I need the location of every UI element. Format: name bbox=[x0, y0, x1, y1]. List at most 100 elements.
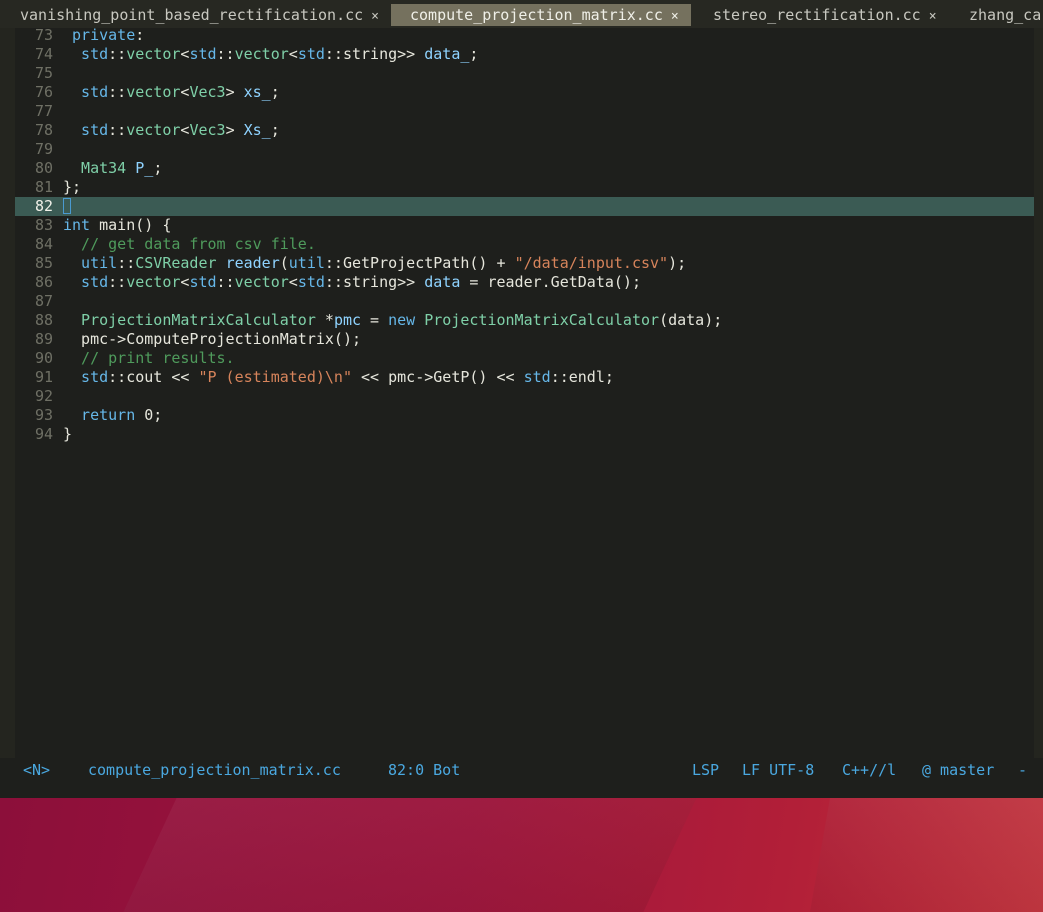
code-line[interactable]: 93 return 0; bbox=[15, 406, 162, 425]
tab-compute-projection-matrix[interactable]: compute_projection_matrix.cc × bbox=[391, 4, 691, 26]
code-token: < bbox=[288, 45, 298, 63]
code-token: ::cout << bbox=[108, 368, 199, 386]
tab-vanishing-point-rectification[interactable]: vanishing_point_based_rectification.cc × bbox=[12, 4, 385, 26]
code-token: reader bbox=[225, 254, 280, 272]
line-number: 93 bbox=[34, 406, 53, 424]
code-line[interactable]: 75 bbox=[15, 64, 63, 83]
tab-stereo-rectification[interactable]: stereo_rectification.cc × bbox=[705, 4, 943, 26]
file-type: C++//l bbox=[842, 761, 897, 779]
code-token: :: bbox=[216, 273, 235, 291]
code-token: data_ bbox=[424, 45, 470, 63]
code-token: Xs_ bbox=[243, 121, 271, 139]
code-token: Vec3 bbox=[189, 121, 226, 139]
code-token: string>> bbox=[342, 273, 425, 291]
code-line[interactable]: 81}; bbox=[15, 178, 81, 197]
status-tail: - bbox=[1018, 761, 1028, 779]
code-token: std bbox=[63, 83, 109, 101]
tab-label: stereo_rectification.cc bbox=[713, 6, 921, 24]
code-token: P_ bbox=[135, 159, 154, 177]
code-token: :: bbox=[108, 45, 127, 63]
tab-zhang-calibration[interactable]: zhang_ca bbox=[961, 4, 1043, 26]
line-number: 81 bbox=[34, 178, 53, 196]
code-line[interactable]: 79 bbox=[15, 140, 63, 159]
current-code-line[interactable]: 82 bbox=[15, 197, 1034, 216]
code-token: "/data/input.csv" bbox=[514, 254, 669, 272]
code-line[interactable]: 86 std::vector<std::vector<std::string>>… bbox=[15, 273, 641, 292]
code-line[interactable]: 78 std::vector<Vec3> Xs_; bbox=[15, 121, 280, 140]
editor-scrollbar[interactable] bbox=[1034, 28, 1043, 758]
code-line[interactable]: 94} bbox=[15, 425, 72, 444]
code-line[interactable]: 73 private: bbox=[15, 26, 144, 45]
code-token: << pmc->GetP() << bbox=[352, 368, 524, 386]
close-icon[interactable]: × bbox=[929, 9, 937, 24]
code-token: ); bbox=[668, 254, 687, 272]
line-number: 84 bbox=[34, 235, 53, 253]
code-token: std bbox=[189, 45, 217, 63]
code-token: ; bbox=[153, 159, 163, 177]
code-editor[interactable]: 73 private: 74 std::vector<std::vector<st… bbox=[0, 26, 1043, 758]
line-number: 86 bbox=[34, 273, 53, 291]
line-number: 83 bbox=[34, 216, 53, 234]
code-token: = bbox=[361, 311, 389, 329]
code-token: std bbox=[297, 45, 325, 63]
wallpaper-shape bbox=[809, 798, 1043, 912]
editor-left-margin bbox=[0, 28, 15, 758]
code-token: ; bbox=[469, 45, 479, 63]
code-token: :: bbox=[108, 83, 127, 101]
code-token: }; bbox=[63, 178, 82, 196]
code-token: std bbox=[63, 121, 109, 139]
line-number: 76 bbox=[34, 83, 53, 101]
desktop-screen: vanishing_point_based_rectification.cc × … bbox=[0, 0, 1043, 912]
line-number: 82 bbox=[34, 197, 53, 215]
code-token: (data); bbox=[659, 311, 723, 329]
code-token: return bbox=[63, 406, 136, 424]
line-number: 90 bbox=[34, 349, 53, 367]
line-number: 92 bbox=[34, 387, 53, 405]
code-line[interactable]: 85 util::CSVReader reader(util::GetProje… bbox=[15, 254, 686, 273]
code-token: :: bbox=[117, 254, 136, 272]
code-token: Mat34 bbox=[63, 159, 136, 177]
code-token: :: bbox=[216, 45, 235, 63]
code-line[interactable]: 90 // print results. bbox=[15, 349, 235, 368]
code-line[interactable]: 83 int main() { bbox=[15, 216, 171, 235]
status-filename: compute_projection_matrix.cc bbox=[88, 761, 341, 779]
code-line[interactable]: 87 bbox=[15, 292, 63, 311]
code-token: std bbox=[297, 273, 325, 291]
code-line[interactable]: 77 bbox=[15, 102, 63, 121]
code-token: ; bbox=[270, 121, 280, 139]
code-token: } bbox=[63, 425, 73, 443]
code-token: vector bbox=[234, 45, 289, 63]
code-token: new bbox=[388, 311, 416, 329]
code-line[interactable]: 92 bbox=[15, 387, 63, 406]
command-line[interactable] bbox=[0, 784, 1043, 798]
git-branch: @ master bbox=[922, 761, 995, 779]
code-token: vector bbox=[126, 121, 181, 139]
code-token: // get data from csv file. bbox=[63, 235, 316, 253]
code-token: xs_ bbox=[243, 83, 271, 101]
line-number: 87 bbox=[34, 292, 53, 310]
code-token: :: bbox=[324, 273, 343, 291]
cursor-position: 82:0 Bot bbox=[388, 761, 461, 779]
code-line[interactable]: 88 ProjectionMatrixCalculator *pmc = new… bbox=[15, 311, 722, 330]
code-line[interactable]: 84 // get data from csv file. bbox=[15, 235, 316, 254]
code-token: vector bbox=[126, 83, 181, 101]
close-icon[interactable]: × bbox=[671, 9, 679, 24]
code-token: main() { bbox=[90, 216, 172, 234]
line-number: 94 bbox=[34, 425, 53, 443]
code-token: util bbox=[288, 254, 325, 272]
code-token: private bbox=[63, 26, 136, 44]
code-line[interactable]: 89 pmc->ComputeProjectionMatrix(); bbox=[15, 330, 361, 349]
code-line[interactable]: 76 std::vector<Vec3> xs_; bbox=[15, 83, 280, 102]
code-line[interactable]: 74 std::vector<std::vector<std::string>>… bbox=[15, 45, 479, 64]
code-line[interactable]: 91 std::cout << "P (estimated)\n" << pmc… bbox=[15, 368, 614, 387]
file-encoding: LF UTF-8 bbox=[742, 761, 815, 779]
code-line[interactable]: 80 Mat34 P_; bbox=[15, 159, 162, 178]
tab-label: zhang_ca bbox=[969, 6, 1042, 24]
code-token: :: bbox=[324, 45, 343, 63]
close-icon[interactable]: × bbox=[371, 9, 379, 24]
code-token: string>> bbox=[342, 45, 425, 63]
code-token: std bbox=[63, 273, 109, 291]
code-token: util bbox=[63, 254, 118, 272]
desktop-wallpaper bbox=[0, 798, 1043, 912]
